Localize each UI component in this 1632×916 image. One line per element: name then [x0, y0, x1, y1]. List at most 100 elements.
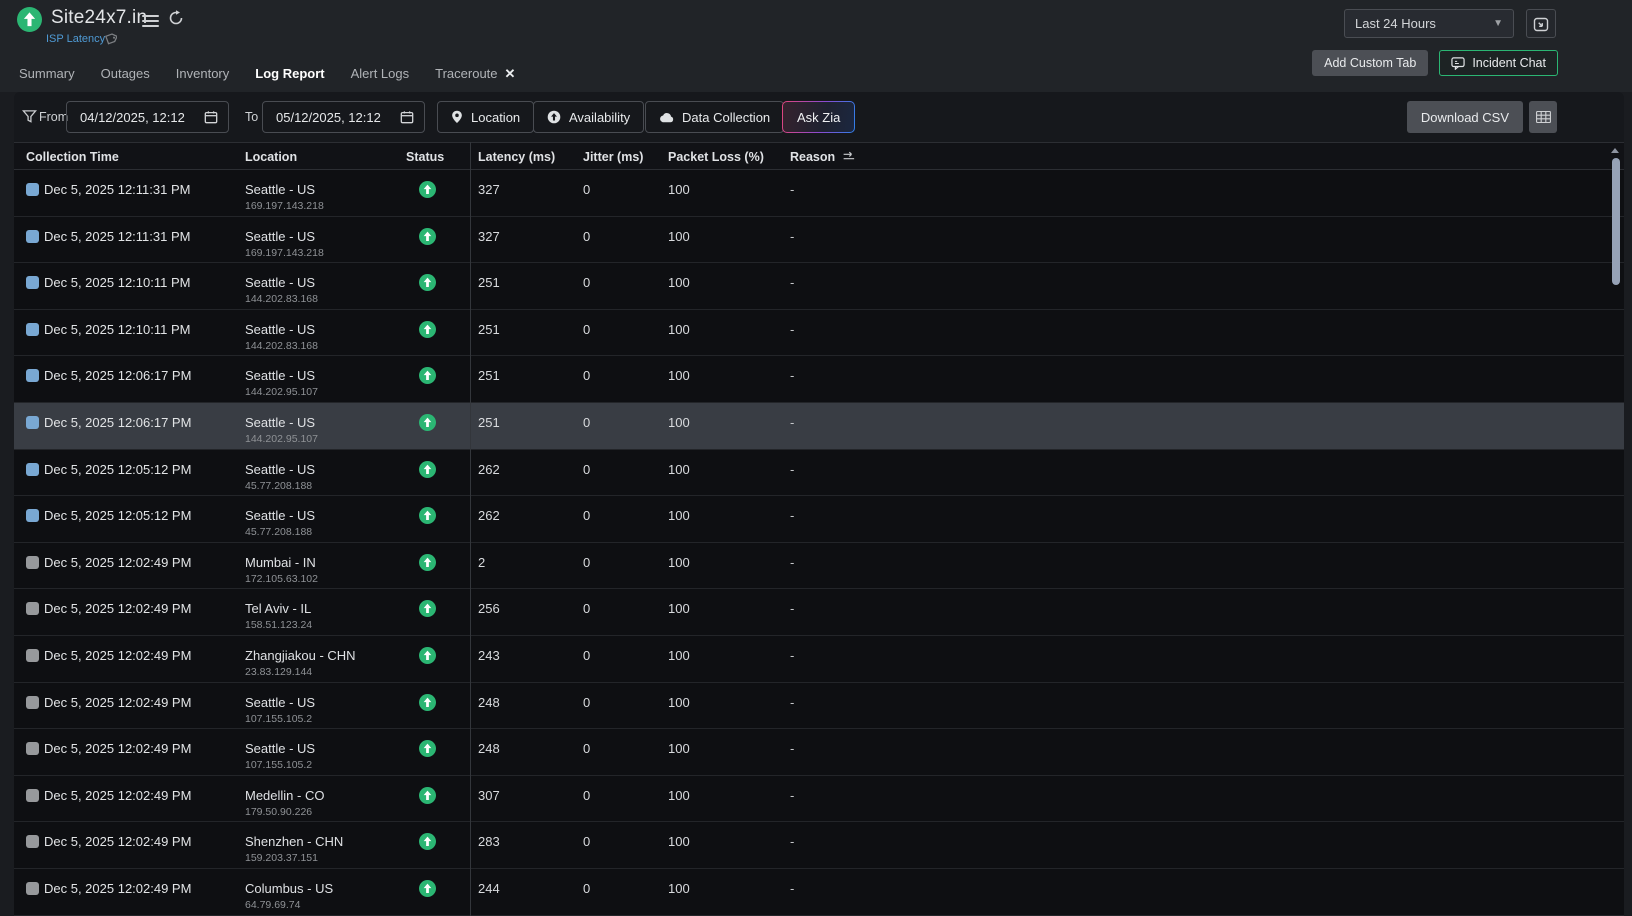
data-collection-filter-button[interactable]: Data Collection [645, 101, 784, 133]
tab[interactable]: Outages [88, 57, 163, 95]
refresh-icon[interactable] [168, 10, 184, 26]
tag-icon[interactable] [104, 33, 117, 46]
tab-label: Alert Logs [351, 66, 410, 81]
packet-loss-value: 100 [668, 275, 690, 290]
incident-chat-label: Incident Chat [1472, 56, 1546, 70]
date-navigator-button[interactable] [1526, 9, 1556, 38]
row-checkbox[interactable] [26, 696, 39, 709]
log-table-header: Collection Time Location Status Latency … [14, 142, 1624, 170]
to-date-input[interactable]: 05/12/2025, 12:12 [262, 101, 425, 133]
table-row[interactable]: Dec 5, 2025 12:10:11 PM Seattle - US 144… [14, 310, 1624, 357]
table-row[interactable]: Dec 5, 2025 12:02:49 PM Tel Aviv - IL 15… [14, 589, 1624, 636]
table-row[interactable]: Dec 5, 2025 12:02:49 PM Columbus - US 64… [14, 869, 1624, 916]
menu-icon[interactable] [142, 12, 159, 26]
row-checkbox[interactable] [26, 463, 39, 476]
time-range-select[interactable]: Last 24 Hours ▼ [1344, 9, 1514, 38]
row-checkbox[interactable] [26, 509, 39, 522]
tab[interactable]: Inventory [163, 57, 242, 95]
monitor-type-link[interactable]: ISP Latency [46, 33, 105, 45]
col-location[interactable]: Location [245, 143, 297, 170]
jitter-value: 0 [583, 275, 590, 290]
incident-chat-button[interactable]: Incident Chat [1439, 50, 1558, 76]
chat-icon [1451, 57, 1465, 70]
table-row[interactable]: Dec 5, 2025 12:02:49 PM Shenzhen - CHN 1… [14, 822, 1624, 869]
status-up-icon [419, 507, 436, 524]
availability-up-icon [547, 110, 561, 124]
log-table-body: Dec 5, 2025 12:11:31 PM Seattle - US 169… [14, 170, 1624, 916]
row-checkbox[interactable] [26, 230, 39, 243]
location-name: Seattle - US [245, 508, 315, 523]
log-table: Collection Time Location Status Latency … [14, 142, 1624, 916]
row-checkbox[interactable] [26, 323, 39, 336]
row-checkbox[interactable] [26, 369, 39, 382]
download-csv-button[interactable]: Download CSV [1407, 101, 1523, 133]
jitter-value: 0 [583, 182, 590, 197]
reason-value: - [790, 182, 794, 197]
row-checkbox[interactable] [26, 556, 39, 569]
latency-value: 327 [478, 182, 500, 197]
scrollbar-up-arrow[interactable] [1611, 148, 1619, 153]
row-checkbox[interactable] [26, 789, 39, 802]
latency-value: 327 [478, 229, 500, 244]
add-custom-tab-button[interactable]: Add Custom Tab [1312, 50, 1428, 76]
row-checkbox[interactable] [26, 416, 39, 429]
collection-time: Dec 5, 2025 12:05:12 PM [44, 508, 191, 523]
location-ip: 159.203.37.151 [245, 852, 318, 864]
row-checkbox[interactable] [26, 835, 39, 848]
tab-close-icon[interactable]: ✕ [505, 67, 516, 80]
table-row[interactable]: Dec 5, 2025 12:02:49 PM Zhangjiakou - CH… [14, 636, 1624, 683]
col-reason[interactable]: Reason [790, 143, 855, 170]
table-row[interactable]: Dec 5, 2025 12:02:49 PM Mumbai - IN 172.… [14, 543, 1624, 590]
scrollbar-thumb[interactable] [1612, 158, 1620, 285]
tab[interactable]: Summary [6, 57, 88, 95]
location-ip: 172.105.63.102 [245, 573, 318, 585]
row-checkbox[interactable] [26, 602, 39, 615]
row-checkbox[interactable] [26, 742, 39, 755]
col-latency[interactable]: Latency (ms) [478, 143, 555, 170]
location-name: Seattle - US [245, 415, 315, 430]
col-collection-time[interactable]: Collection Time [26, 143, 119, 170]
cloud-icon [659, 112, 674, 123]
jitter-value: 0 [583, 322, 590, 337]
packet-loss-value: 100 [668, 881, 690, 896]
row-checkbox[interactable] [26, 649, 39, 662]
column-settings-button[interactable] [1529, 101, 1557, 133]
frozen-column-divider [470, 142, 471, 916]
reason-value: - [790, 322, 794, 337]
table-row[interactable]: Dec 5, 2025 12:11:31 PM Seattle - US 169… [14, 170, 1624, 217]
row-checkbox[interactable] [26, 183, 39, 196]
tab[interactable]: Traceroute ✕ [422, 57, 528, 95]
jitter-value: 0 [583, 741, 590, 756]
col-status[interactable]: Status [406, 143, 444, 170]
table-row[interactable]: Dec 5, 2025 12:06:17 PM Seattle - US 144… [14, 403, 1624, 450]
jitter-value: 0 [583, 368, 590, 383]
table-row[interactable]: Dec 5, 2025 12:06:17 PM Seattle - US 144… [14, 356, 1624, 403]
reason-value: - [790, 508, 794, 523]
tab[interactable]: Alert Logs [338, 57, 423, 95]
ask-zia-button[interactable]: Ask Zia [782, 101, 855, 133]
status-up-icon [419, 367, 436, 384]
table-row[interactable]: Dec 5, 2025 12:02:49 PM Seattle - US 107… [14, 683, 1624, 730]
row-checkbox[interactable] [26, 276, 39, 289]
packet-loss-value: 100 [668, 368, 690, 383]
tab[interactable]: Log Report [242, 57, 337, 95]
table-row[interactable]: Dec 5, 2025 12:02:49 PM Medellin - CO 17… [14, 776, 1624, 823]
table-row[interactable]: Dec 5, 2025 12:05:12 PM Seattle - US 45.… [14, 450, 1624, 497]
packet-loss-value: 100 [668, 555, 690, 570]
row-checkbox[interactable] [26, 882, 39, 895]
table-row[interactable]: Dec 5, 2025 12:02:49 PM Seattle - US 107… [14, 729, 1624, 776]
table-row[interactable]: Dec 5, 2025 12:10:11 PM Seattle - US 144… [14, 263, 1624, 310]
from-date-input[interactable]: 04/12/2025, 12:12 [66, 101, 229, 133]
availability-filter-label: Availability [569, 110, 630, 125]
table-row[interactable]: Dec 5, 2025 12:05:12 PM Seattle - US 45.… [14, 496, 1624, 543]
col-packet-loss[interactable]: Packet Loss (%) [668, 143, 764, 170]
location-filter-button[interactable]: Location [437, 101, 534, 133]
jitter-value: 0 [583, 834, 590, 849]
status-up-icon [419, 181, 436, 198]
availability-filter-button[interactable]: Availability [533, 101, 644, 133]
data-collection-filter-label: Data Collection [682, 110, 770, 125]
packet-loss-value: 100 [668, 508, 690, 523]
col-jitter[interactable]: Jitter (ms) [583, 143, 643, 170]
filter-funnel-icon[interactable] [22, 109, 37, 124]
table-row[interactable]: Dec 5, 2025 12:11:31 PM Seattle - US 169… [14, 217, 1624, 264]
